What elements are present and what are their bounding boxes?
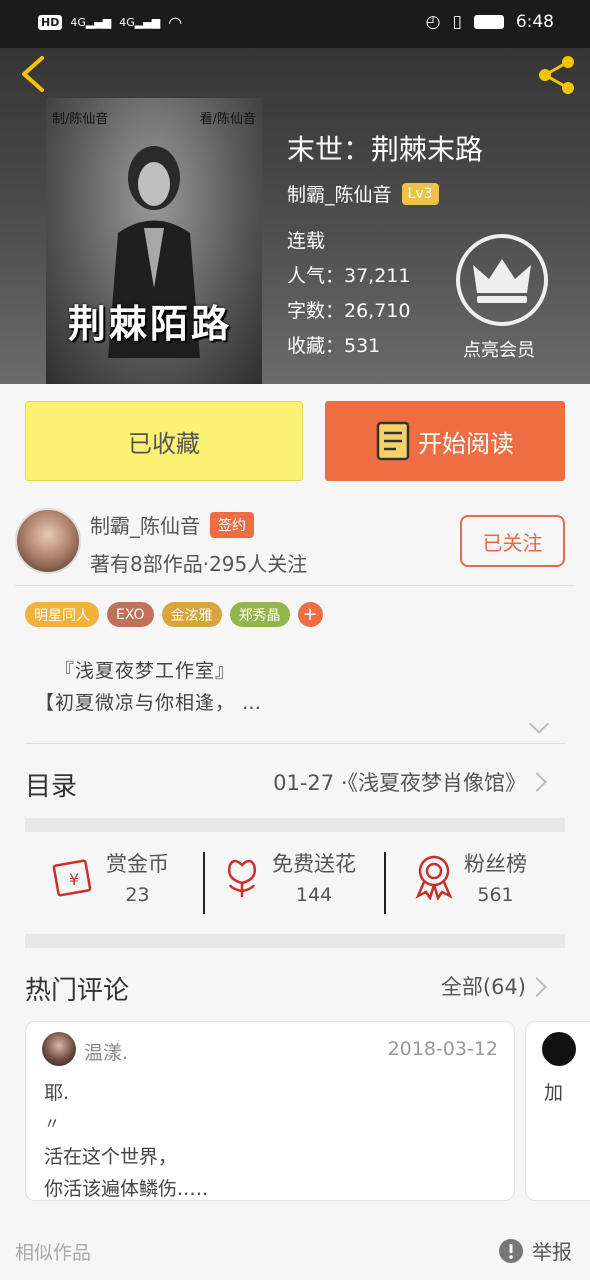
author-name-line: 制霸_陈仙音 签约	[90, 510, 254, 539]
author-stats: 著有8部作品·295人关注	[90, 552, 308, 576]
tag-item[interactable]: 金泫雅	[161, 602, 222, 627]
toc-latest-chapter[interactable]: 01-27 ·《浅夏夜梦肖像馆》	[273, 767, 526, 797]
comment-card-peek[interactable]: 加	[525, 1021, 590, 1201]
signal-icon: 4G▂▄▆	[70, 16, 112, 29]
back-arrow-icon[interactable]	[18, 56, 50, 92]
author-avatar[interactable]	[15, 508, 81, 574]
chevron-right-icon[interactable]	[527, 977, 547, 997]
expand-chevron-icon[interactable]	[529, 714, 549, 734]
comment-card[interactable]: 温漾. 2018-03-12 耶. 〃 活在这个世界， 你活该遍体鳞伤.….	[25, 1021, 515, 1201]
commenter-avatar[interactable]	[542, 1032, 576, 1066]
section-band	[25, 934, 565, 948]
commenter-name[interactable]: 温漾.	[84, 1038, 128, 1065]
stat-label: 赏金币	[106, 852, 169, 876]
start-reading-button[interactable]: 开始阅读	[325, 401, 565, 481]
share-icon[interactable]	[536, 54, 578, 96]
tag-item[interactable]: EXO	[107, 602, 154, 627]
comment-text-line: 耶.	[44, 1082, 70, 1104]
comment-text-line: 〃	[44, 1114, 61, 1133]
toc-title[interactable]: 目录	[25, 766, 77, 803]
comment-preview-text: 加	[544, 1082, 564, 1104]
wifi-icon: ◠	[168, 13, 183, 32]
cover-caption-left: 制/陈仙音	[52, 112, 109, 127]
report-button[interactable]: 举报	[498, 1236, 572, 1265]
all-comments-link[interactable]: 全部(64)	[441, 971, 526, 1001]
medal-icon	[415, 855, 453, 900]
signal-icon-2: 4G▂▄▆	[119, 16, 161, 29]
comment-text-line: 活在这个世界，	[44, 1146, 178, 1168]
chevron-right-icon[interactable]	[527, 772, 547, 792]
stat-separator	[384, 852, 386, 914]
tag-item[interactable]: 明星同人	[25, 602, 99, 627]
stat-value: 561	[477, 884, 514, 906]
section-band	[25, 818, 565, 832]
status-bar: HD 4G▂▄▆ 4G▂▄▆ ◠ ◴ ▯ 6:48	[0, 0, 590, 48]
vibrate-icon: ▯	[452, 12, 462, 32]
tag-item[interactable]: 郑秀晶	[229, 602, 290, 627]
svg-text:¥: ¥	[69, 870, 79, 889]
envelope-yen-icon: ¥	[52, 859, 92, 897]
cover-title: 荆棘陌路	[68, 302, 233, 346]
book-status: 连载	[287, 230, 326, 252]
hd-badge: HD	[38, 15, 63, 30]
level-badge: Lv3	[401, 182, 439, 205]
similar-works-label: 相似作品	[15, 1242, 92, 1264]
flower-icon	[228, 859, 256, 897]
book-icon	[376, 421, 410, 461]
battery-icon	[473, 15, 504, 29]
following-button[interactable]: 已关注	[460, 515, 565, 567]
divider	[15, 585, 575, 586]
author-name[interactable]: 制霸_陈仙音	[90, 510, 200, 539]
book-word-count: 字数：26,710	[287, 300, 411, 322]
stat-value: 23	[125, 884, 150, 906]
stat-label: 免费送花	[272, 852, 356, 876]
start-reading-label: 开始阅读	[418, 429, 514, 458]
stat-value: 144	[295, 884, 333, 906]
description-line-2: 【初夏微凉与你相逢， …	[35, 692, 263, 714]
fan-ranking-stat[interactable]: 粉丝榜 561	[414, 848, 527, 906]
book-author[interactable]: 制霸_陈仙音	[287, 180, 392, 207]
book-popularity: 人气：37,211	[287, 265, 411, 287]
book-header: 制/陈仙音 看/陈仙音 荆棘陌路 末世：荆棘末路 制霸_陈仙音 Lv3 连载 人…	[0, 48, 590, 384]
book-cover[interactable]: 制/陈仙音 看/陈仙音 荆棘陌路	[46, 98, 262, 384]
signed-badge: 签约	[210, 511, 254, 538]
book-author-line: 制霸_陈仙音 Lv3	[287, 180, 439, 207]
comment-date: 2018-03-12	[387, 1038, 498, 1060]
member-button[interactable]	[456, 234, 548, 326]
reward-coins-stat[interactable]: ¥ 赏金币 23	[52, 848, 169, 906]
cover-caption-right: 看/陈仙音	[199, 112, 256, 127]
hot-comments-title: 热门评论	[25, 976, 130, 1006]
book-title: 末世：荆棘末路	[287, 133, 484, 166]
member-label: 点亮会员	[463, 340, 535, 361]
description-line-1: 『浅夏夜梦工作室』	[55, 660, 236, 682]
tag-list: 明星同人 EXO 金泫雅 郑秀晶 +	[25, 602, 323, 627]
stat-label: 粉丝榜	[464, 852, 527, 876]
free-flower-stat[interactable]: 免费送花 144	[222, 848, 356, 906]
crown-icon	[473, 259, 531, 303]
alarm-icon: ◴	[425, 12, 441, 32]
comment-text-line: 你活该遍体鳞伤.….	[44, 1178, 209, 1200]
commenter-avatar[interactable]	[42, 1032, 76, 1066]
exclamation-icon	[499, 1238, 523, 1263]
report-label: 举报	[532, 1240, 572, 1264]
divider	[25, 743, 565, 744]
add-tag-button[interactable]: +	[297, 602, 323, 627]
book-favorites: 收藏：531	[287, 335, 381, 357]
stat-separator	[203, 852, 205, 914]
clock-time: 6:48	[515, 12, 554, 32]
favorited-button[interactable]: 已收藏	[25, 401, 303, 481]
